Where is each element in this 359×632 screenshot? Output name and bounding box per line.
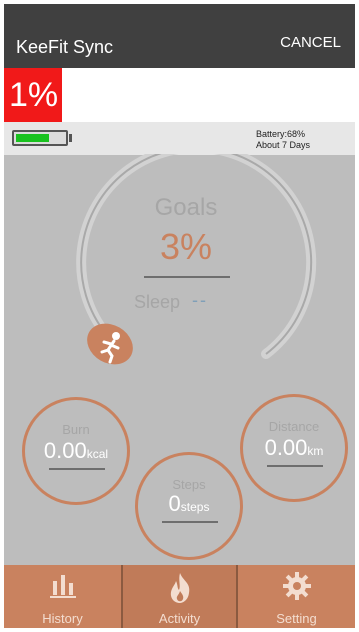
bar-chart-icon: [49, 575, 76, 598]
bottom-tab-bar: History Activity Setting: [4, 565, 355, 628]
steps-stat[interactable]: Steps 0steps: [135, 452, 243, 560]
steps-value-line: 0steps: [138, 491, 240, 517]
runner-icon[interactable]: [84, 322, 136, 368]
steps-divider: [162, 521, 218, 523]
battery-status-bar: Battery:68% About 7 Days: [4, 122, 355, 155]
steps-value: 0: [168, 491, 181, 516]
app-screen: KeeFit Sync CANCEL 1% Battery:68% About …: [4, 4, 355, 628]
goals-divider: [144, 276, 230, 278]
battery-icon: [12, 130, 68, 146]
distance-value: 0.00: [264, 435, 308, 460]
gear-icon: [282, 572, 311, 600]
sleep-value: --: [192, 290, 208, 310]
battery-text: Battery:68% About 7 Days: [256, 129, 310, 151]
tab-history-label: History: [42, 611, 83, 626]
sync-progress-text: 1%: [9, 76, 59, 114]
tab-history[interactable]: History: [4, 565, 121, 628]
goals-label: Goals: [154, 194, 218, 221]
burn-label: Burn: [62, 422, 90, 437]
burn-value-line: 0.00kcal: [25, 438, 127, 464]
distance-value-line: 0.00km: [243, 435, 345, 461]
flame-icon: [170, 573, 189, 603]
app-title: KeeFit Sync: [16, 37, 114, 57]
sync-progress-bar: 1%: [4, 68, 355, 122]
burn-divider: [49, 468, 105, 470]
tab-activity[interactable]: Activity: [121, 565, 238, 628]
battery-tip: [69, 134, 72, 142]
sleep-label: Sleep: [134, 292, 181, 312]
sync-header: KeeFit Sync CANCEL: [4, 4, 355, 68]
tab-setting-label: Setting: [276, 611, 317, 626]
battery-days-text: About 7 Days: [256, 140, 311, 150]
cancel-button[interactable]: CANCEL: [280, 34, 341, 51]
burn-unit: kcal: [86, 447, 109, 461]
distance-divider: [267, 465, 323, 467]
tab-activity-label: Activity: [158, 611, 201, 626]
goals-value: 3%: [159, 226, 213, 267]
tab-setting[interactable]: Setting: [238, 565, 355, 628]
distance-label: Distance: [268, 419, 320, 434]
burn-stat[interactable]: Burn 0.00kcal: [22, 397, 130, 505]
distance-stat[interactable]: Distance 0.00km: [240, 394, 348, 502]
distance-unit: km: [307, 444, 324, 458]
burn-value: 0.00: [43, 438, 87, 463]
battery-level-fill: [16, 134, 49, 142]
steps-label: Steps: [172, 477, 206, 492]
battery-percent-text: Battery:68%: [256, 129, 306, 139]
steps-unit: steps: [180, 500, 210, 514]
